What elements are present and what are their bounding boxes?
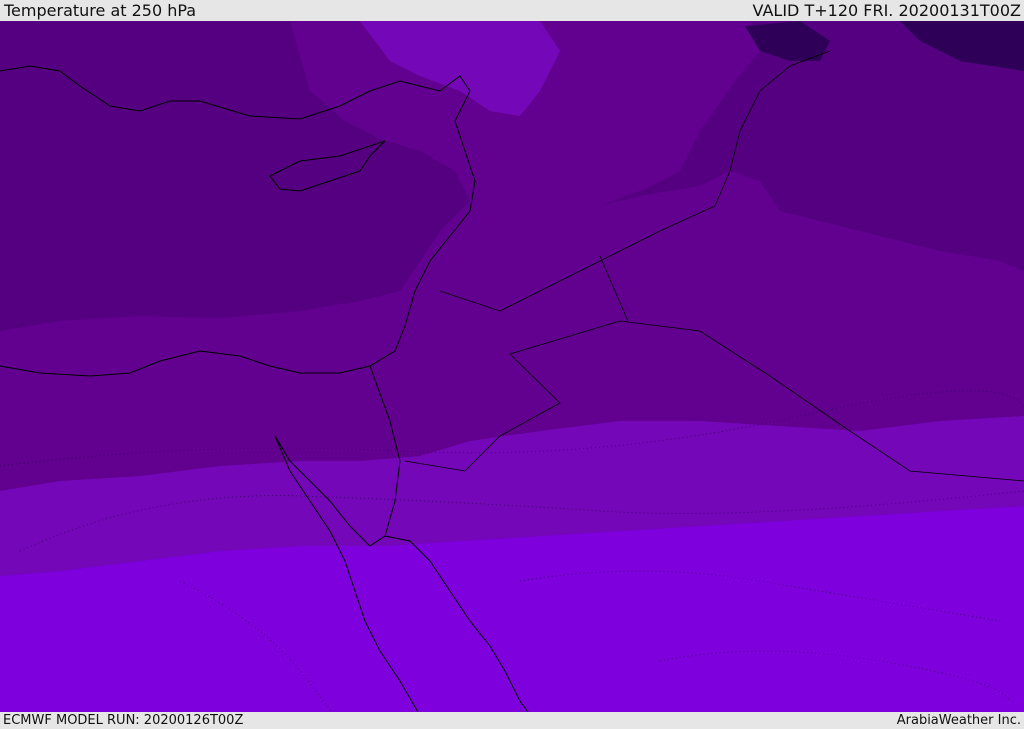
map-title: Temperature at 250 hPa <box>4 1 197 20</box>
valid-time: VALID T+120 FRI. 20200131T00Z <box>752 1 1021 20</box>
header-bar: Temperature at 250 hPa VALID T+120 FRI. … <box>0 0 1024 21</box>
map-svg <box>0 21 1024 712</box>
credit: ArabiaWeather Inc. <box>896 713 1021 728</box>
footer-bar: ECMWF MODEL RUN: 20200126T00Z ArabiaWeat… <box>0 712 1024 729</box>
temperature-map <box>0 21 1024 712</box>
model-run: ECMWF MODEL RUN: 20200126T00Z <box>3 713 244 728</box>
